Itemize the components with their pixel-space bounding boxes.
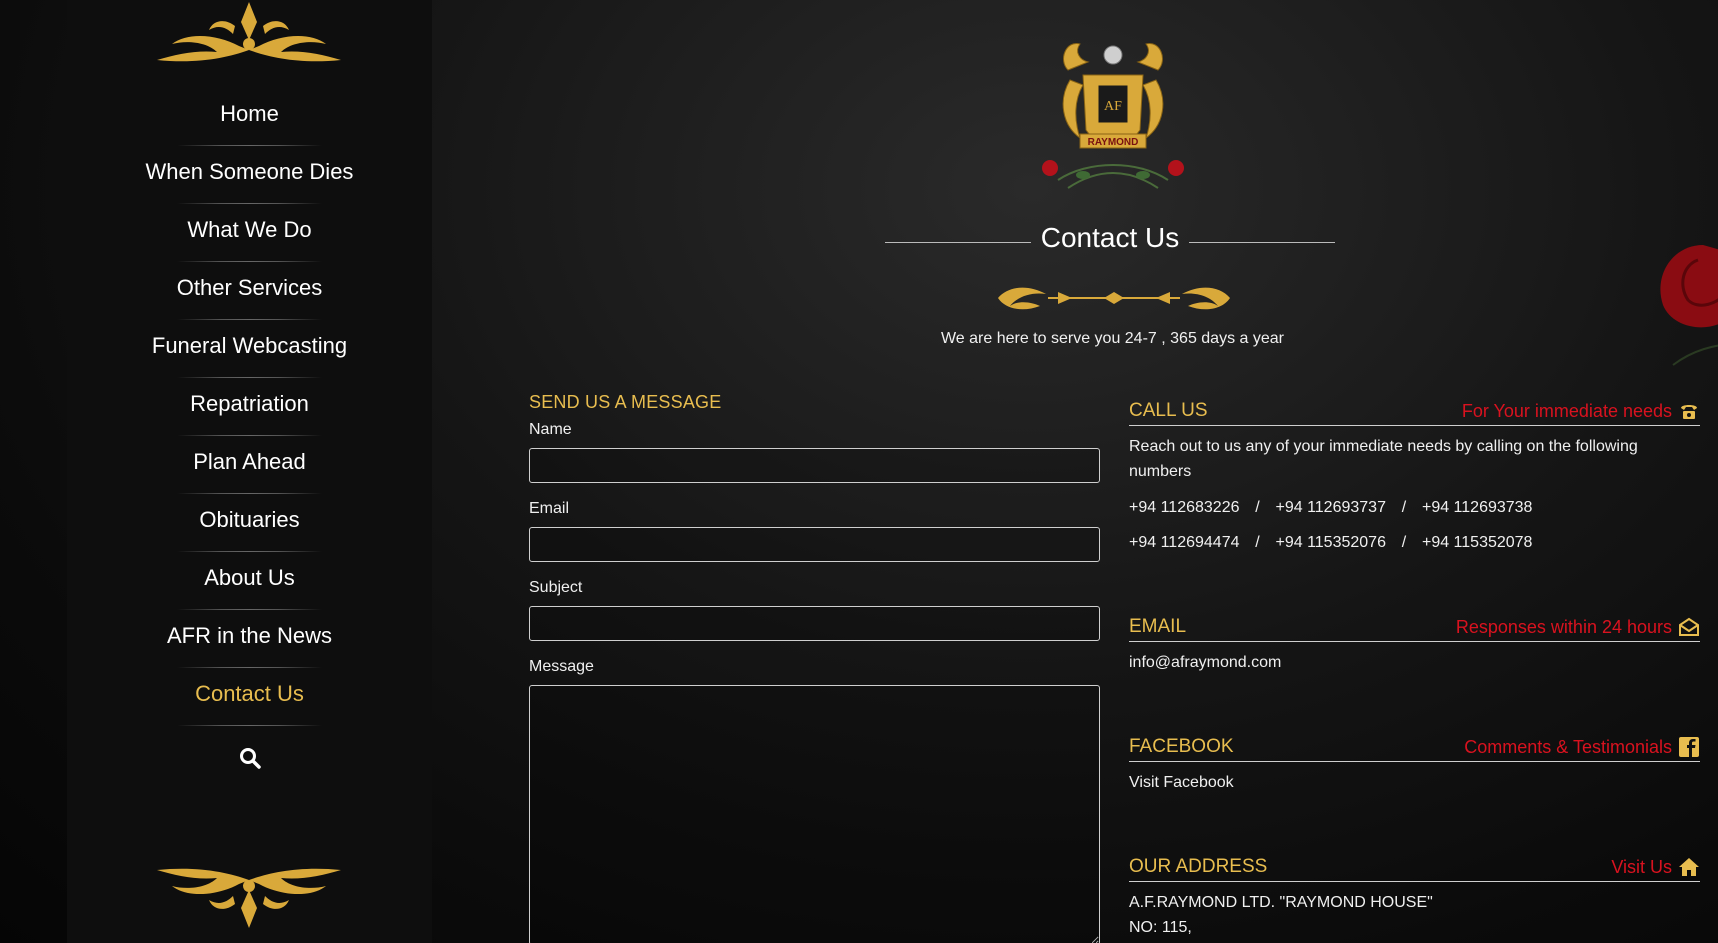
name-label: Name (529, 421, 572, 438)
nav-item-when-someone-dies[interactable]: When Someone Dies (67, 146, 432, 204)
phone-separator: / (1255, 499, 1260, 516)
nav-item-repatriation[interactable]: Repatriation (67, 378, 432, 436)
facebook-section: FACEBOOK Comments & Testimonials Visit F… (1129, 728, 1700, 795)
contact-form: SEND US A MESSAGE Name Email Subject Mes… (529, 392, 1100, 943)
company-logo: AF RAYMOND (1042, 43, 1184, 189)
main-nav: Home When Someone Dies What We Do Other … (67, 88, 432, 726)
search-icon[interactable] (238, 746, 262, 770)
phone-number[interactable]: +94 112693738 (1422, 499, 1532, 516)
email-label: Email (529, 500, 570, 517)
call-us-text: Reach out to us any of your immediate ne… (1129, 438, 1638, 480)
message-textarea[interactable] (529, 685, 1100, 943)
page-title-block: Contact Us (885, 222, 1335, 262)
email-section: EMAIL Responses within 24 hours info@afr… (1129, 608, 1700, 675)
tagline: We are here to serve you 24-7 , 365 days… (940, 330, 1284, 347)
visit-facebook-link[interactable]: Visit Facebook (1129, 770, 1700, 795)
page: Home When Someone Dies What We Do Other … (0, 0, 1718, 943)
phone-number[interactable]: +94 112693737 (1275, 499, 1385, 516)
gold-divider-ornament-icon (998, 287, 1230, 310)
page-title: Contact Us (1040, 222, 1180, 253)
nav-item-afr-in-the-news[interactable]: AFR in the News (67, 610, 432, 668)
phone-number[interactable]: +94 112683226 (1129, 499, 1239, 516)
subject-input[interactable] (529, 606, 1100, 641)
address-line: A.F.RAYMOND LTD. "RAYMOND HOUSE" (1129, 894, 1433, 911)
email-address-link[interactable]: info@afraymond.com (1129, 650, 1700, 675)
call-us-note-text: For Your immediate needs (1461, 400, 1672, 421)
address-text: A.F.RAYMOND LTD. "RAYMOND HOUSE" NO: 115… (1129, 890, 1700, 940)
phone-row: +94 112683226 / +94 112693737 / +94 11269373… (1129, 490, 1700, 525)
address-header: OUR ADDRESS Visit Us (1129, 848, 1700, 882)
address-line: NO: 115, (1129, 919, 1192, 936)
email-header: EMAIL Responses within 24 hours (1129, 608, 1700, 642)
email-note-text: Responses within 24 hours (1455, 616, 1672, 637)
nav-item-other-services[interactable]: Other Services (67, 262, 432, 320)
address-title: OUR ADDRESS (1129, 856, 1268, 877)
nav-item-plan-ahead[interactable]: Plan Ahead (67, 436, 432, 494)
facebook-icon (1679, 737, 1699, 757)
phone-separator: / (1255, 534, 1260, 551)
phone-separator: / (1401, 534, 1407, 551)
phone-number[interactable]: +94 115352076 (1275, 534, 1385, 551)
gold-ornament-bottom-icon (157, 868, 341, 928)
phone-separator: / (1401, 499, 1407, 516)
facebook-header: FACEBOOK Comments & Testimonials (1129, 728, 1700, 762)
home-icon (1679, 858, 1699, 876)
rose-decoration-icon (1660, 245, 1718, 366)
message-label: Message (529, 658, 594, 675)
phone-row: +94 112694474 / +94 115352076 / +94 11535207… (1129, 525, 1700, 560)
nav-item-funeral-webcasting[interactable]: Funeral Webcasting (67, 320, 432, 378)
nav-item-home[interactable]: Home (67, 88, 432, 146)
envelope-icon (1679, 617, 1699, 636)
gold-ornament-top-icon (157, 2, 341, 62)
phone-number[interactable]: +94 115352078 (1422, 534, 1532, 551)
address-note: Visit Us (1611, 856, 1700, 878)
call-us-title: CALL US (1129, 400, 1208, 421)
phone-number[interactable]: +94 112694474 (1129, 534, 1239, 551)
email-title: EMAIL (1129, 616, 1187, 637)
form-heading: SEND US A MESSAGE (529, 392, 722, 412)
phone-list: +94 112683226 / +94 112693737 / +94 11269373… (1129, 490, 1700, 560)
facebook-title: FACEBOOK (1129, 736, 1234, 757)
address-section: OUR ADDRESS Visit Us A.F.RAYMOND LTD. "R… (1129, 848, 1700, 940)
email-input[interactable] (529, 527, 1100, 562)
svg-text:AF: AF (1104, 99, 1122, 114)
facebook-note: Comments & Testimonials (1464, 736, 1700, 758)
facebook-note-text: Comments & Testimonials (1464, 736, 1672, 757)
nav-item-about-us[interactable]: About Us (67, 552, 432, 610)
logo-label: RAYMOND (1088, 137, 1139, 148)
nav-item-obituaries[interactable]: Obituaries (67, 494, 432, 552)
sidebar: Home When Someone Dies What We Do Other … (67, 0, 432, 943)
call-us-header: CALL US For Your immediate needs (1129, 392, 1700, 426)
email-note: Responses within 24 hours (1456, 616, 1700, 638)
title-divider-right (1189, 242, 1335, 243)
nav-item-what-we-do[interactable]: What We Do (67, 204, 432, 262)
call-us-note: For Your immediate needs (1462, 400, 1700, 422)
subject-label: Subject (529, 579, 583, 596)
name-input[interactable] (529, 448, 1100, 483)
phone-icon (1681, 405, 1697, 419)
address-note-text: Visit Us (1611, 856, 1672, 877)
nav-item-contact-us[interactable]: Contact Us (67, 668, 432, 726)
call-us-section: CALL US For Your immediate needs Reach o… (1129, 392, 1700, 560)
